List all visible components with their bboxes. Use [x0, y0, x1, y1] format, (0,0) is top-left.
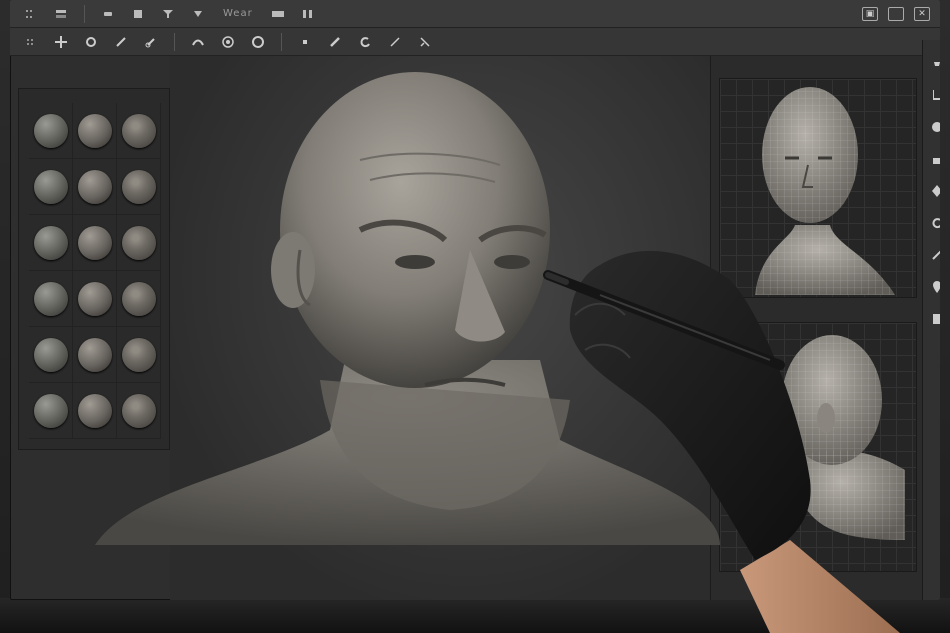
- wireframe-front-head: [755, 87, 895, 295]
- scene-overlay: [95, 72, 905, 633]
